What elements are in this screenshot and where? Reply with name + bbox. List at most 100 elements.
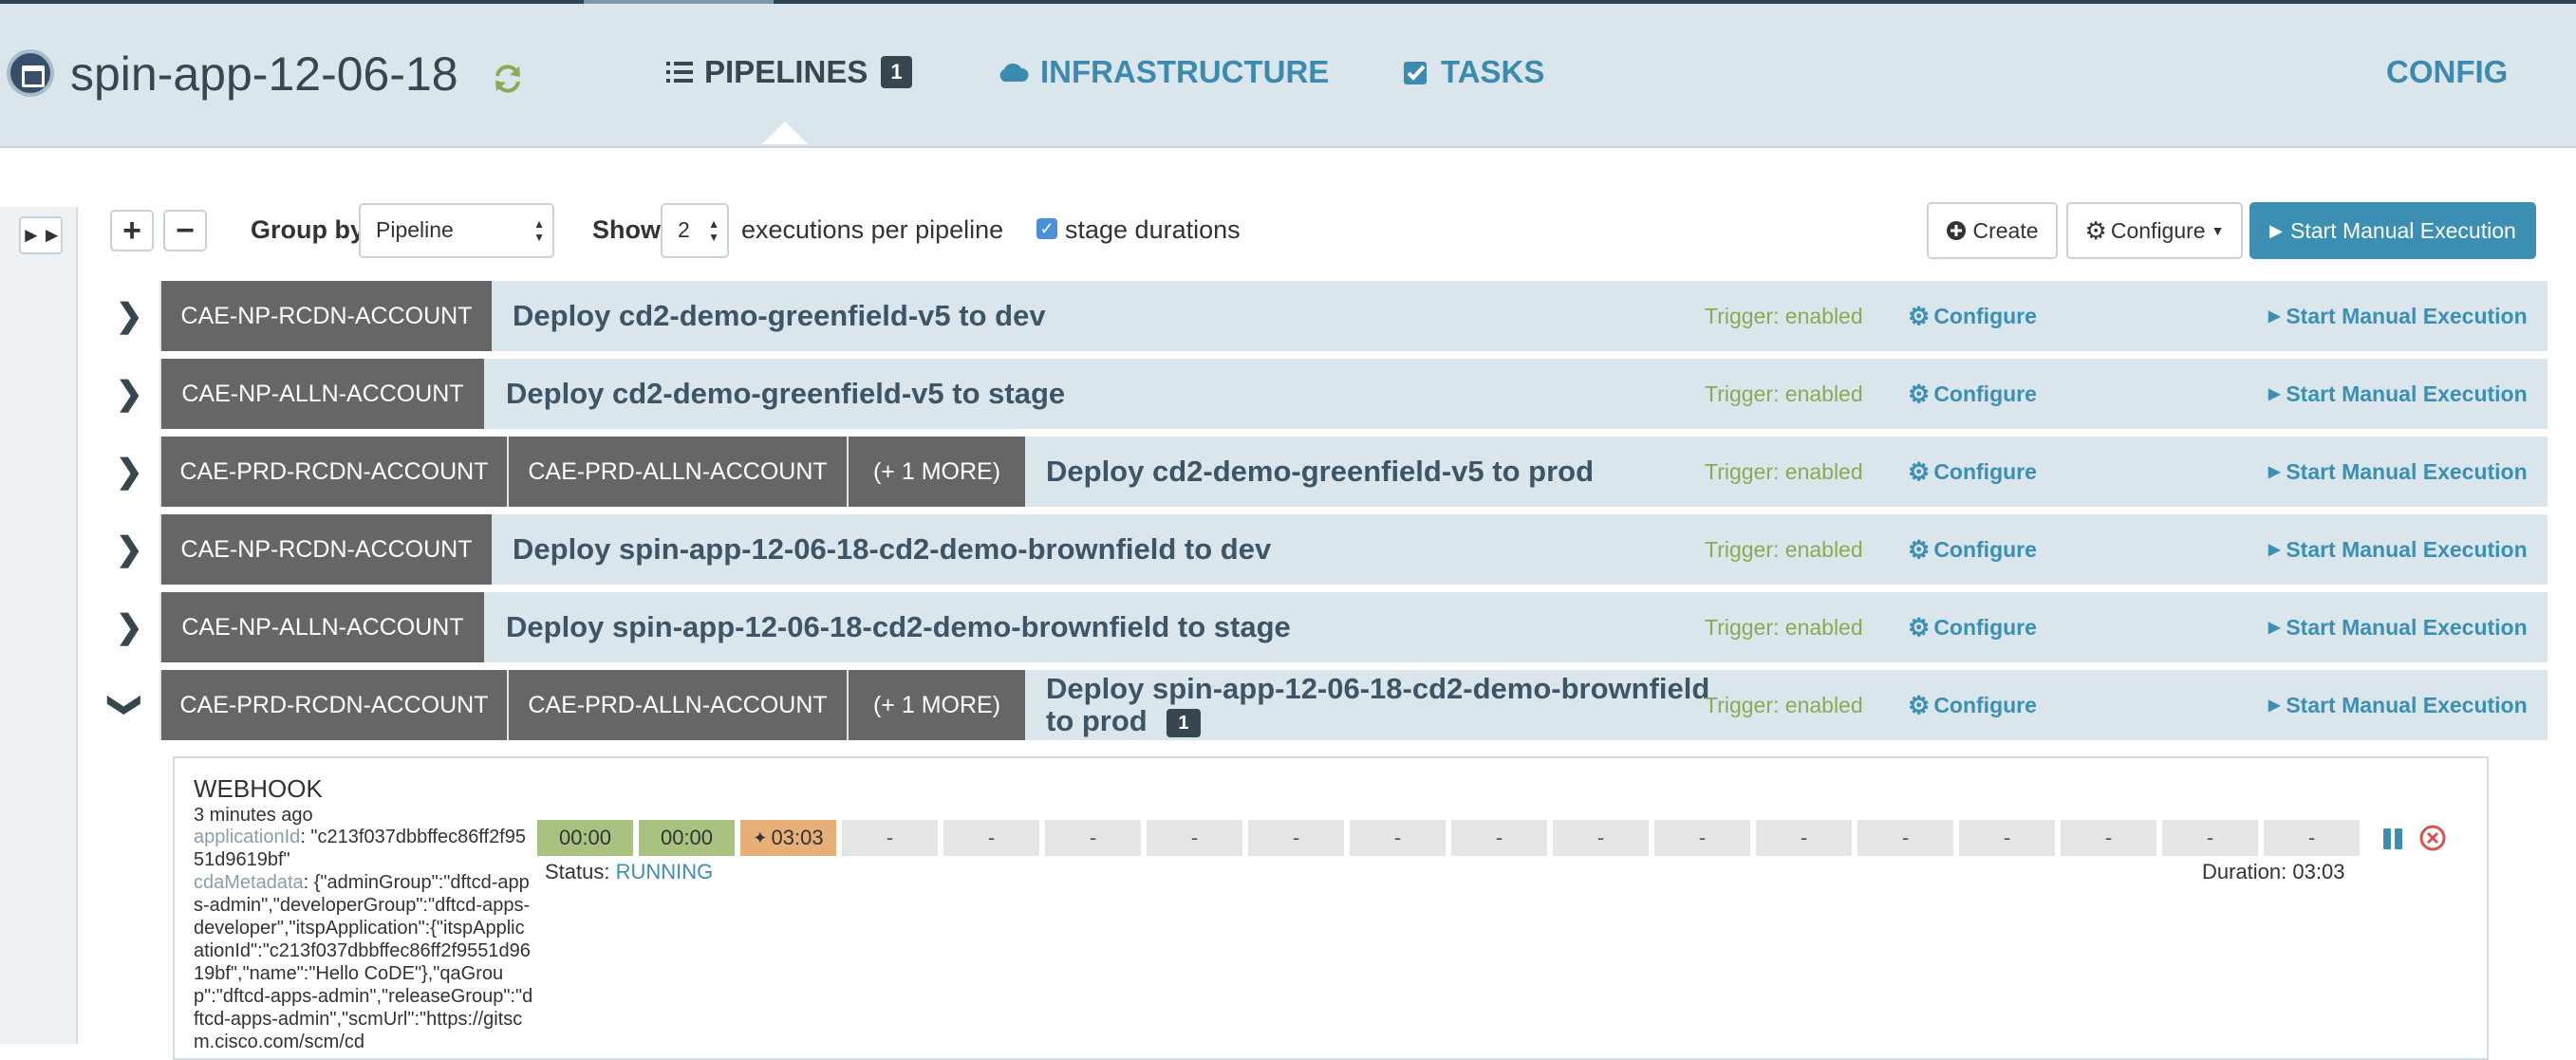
double-chevron-right-icon: ►► — [21, 223, 63, 247]
start-label: Start Manual Execution — [2286, 692, 2528, 717]
pipeline-start-link[interactable]: ▶ Start Manual Execution — [2268, 592, 2528, 662]
execution-status: Status: RUNNING — [545, 860, 713, 884]
pipeline-start-link[interactable]: ▶ Start Manual Execution — [2268, 514, 2528, 585]
group-by-value: Pipeline — [376, 217, 454, 242]
stage-cell[interactable]: - — [1045, 820, 1144, 856]
start-label: Start Manual Execution — [2286, 303, 2528, 328]
collapse-all-button[interactable]: − — [163, 210, 207, 251]
play-icon: ▶ — [2268, 308, 2281, 325]
pipeline-row[interactable]: ❯ CAE-NP-RCDN-ACCOUNT Deploy cd2-demo-gr… — [87, 281, 2548, 351]
chevron-right-icon[interactable]: ❯ — [116, 298, 143, 334]
stage-cell[interactable]: 00:00 — [537, 820, 636, 856]
play-icon: ▶ — [2268, 697, 2281, 714]
pipeline-row[interactable]: ❯ CAE-PRD-RCDN-ACCOUNT CAE-PRD-ALLN-ACCO… — [87, 670, 2548, 740]
gear-icon: ⚙ — [1908, 534, 1931, 564]
start-manual-execution-label: Start Manual Execution — [2290, 217, 2516, 243]
pipeline-row[interactable]: ❯ CAE-PRD-RCDN-ACCOUNT CAE-PRD-ALLN-ACCO… — [87, 437, 2548, 507]
trigger-status: Trigger: enabled — [1705, 458, 1863, 484]
account-tag: CAE-PRD-ALLN-ACCOUNT — [509, 670, 849, 740]
pipeline-row[interactable]: ❯ CAE-NP-ALLN-ACCOUNT Deploy spin-app-12… — [87, 592, 2548, 662]
start-label: Start Manual Execution — [2286, 381, 2528, 406]
pipeline-start-link[interactable]: ▶ Start Manual Execution — [2268, 437, 2528, 507]
pipeline-configure-link[interactable]: ⚙ Configure — [1908, 670, 2037, 740]
execution-time-ago: 3 minutes ago — [194, 805, 313, 826]
create-button[interactable]: Create — [1927, 202, 2058, 259]
pipeline-name: Deploy spin-app-12-06-18-cd2-demo-brownf… — [513, 532, 1272, 566]
configure-label: Configure — [1933, 536, 2037, 562]
param-key: applicationId — [194, 827, 301, 847]
chevron-down-icon[interactable]: ❯ — [107, 692, 143, 719]
configure-label: Configure — [1933, 614, 2037, 640]
stage-cell[interactable]: - — [1451, 820, 1550, 856]
pipeline-name: Deploy cd2-demo-greenfield-v5 to dev — [513, 299, 1046, 332]
stage-durations-checkbox[interactable]: ✓ — [1036, 218, 1057, 239]
play-icon: ▶ — [2268, 386, 2281, 402]
chevron-right-icon[interactable]: ❯ — [116, 376, 143, 412]
account-tag: CAE-NP-ALLN-ACCOUNT — [161, 359, 486, 429]
stage-cell[interactable]: 00:00 — [639, 820, 737, 856]
pipeline-start-link[interactable]: ▶ Start Manual Execution — [2268, 359, 2528, 429]
pipeline-name: Deploy cd2-demo-greenfield-v5 to stage — [506, 377, 1066, 410]
expand-sidebar-button[interactable]: ►► — [19, 216, 63, 254]
pipeline-start-link[interactable]: ▶ Start Manual Execution — [2268, 281, 2528, 351]
stage-cell[interactable]: - — [1756, 820, 1855, 856]
pipeline-configure-link[interactable]: ⚙ Configure — [1908, 592, 2037, 662]
pipeline-start-link[interactable]: ▶ Start Manual Execution — [2268, 670, 2528, 740]
pause-icon[interactable] — [2380, 827, 2405, 851]
stage-cell[interactable]: - — [1147, 820, 1245, 856]
cancel-icon[interactable] — [2418, 824, 2447, 852]
executions-count-select[interactable]: 2 ▲ ▼ — [661, 203, 729, 258]
nav-pipelines[interactable]: PIPELINES 1 — [666, 53, 912, 91]
more-accounts-tag[interactable]: (+ 1 MORE) — [849, 437, 1027, 507]
pipeline-name: Deploy cd2-demo-greenfield-v5 to prod — [1046, 455, 1595, 488]
pipeline-configure-link[interactable]: ⚙ Configure — [1908, 437, 2037, 507]
configure-dropdown-button[interactable]: ⚙ Configure ▼ — [2066, 202, 2243, 259]
refresh-icon[interactable] — [492, 63, 524, 95]
group-by-select[interactable]: Pipeline ▲ ▼ — [359, 203, 554, 258]
stage-cell[interactable]: - — [1553, 820, 1652, 856]
chevron-right-icon[interactable]: ❯ — [116, 531, 143, 567]
stage-cell[interactable]: - — [1654, 820, 1753, 856]
running-person-icon: ✦ — [753, 828, 768, 847]
expand-all-button[interactable]: + — [110, 210, 154, 251]
pipeline-configure-link[interactable]: ⚙ Configure — [1908, 359, 2037, 429]
stage-duration: 03:03 — [771, 826, 824, 849]
create-label: Create — [1972, 217, 2039, 243]
gear-icon: ⚙ — [1908, 379, 1931, 408]
execution-duration: Duration: 03:03 — [2202, 860, 2345, 883]
pipeline-row[interactable]: ❯ CAE-NP-RCDN-ACCOUNT Deploy spin-app-12… — [87, 514, 2548, 585]
nav-config[interactable]: CONFIG — [2386, 53, 2508, 91]
stage-cell[interactable]: - — [1857, 820, 1956, 856]
pipeline-name-wrapper: Deploy spin-app-12-06-18-cd2-demo-brownf… — [1046, 670, 1710, 740]
stage-cell[interactable]: - — [2061, 820, 2159, 856]
stage-cell[interactable]: - — [2162, 820, 2261, 856]
configure-label: Configure — [1933, 692, 2037, 717]
stage-durations-label: stage durations — [1065, 215, 1241, 244]
stage-cell[interactable]: - — [2264, 820, 2362, 856]
trigger-status: Trigger: enabled — [1705, 303, 1863, 328]
chevron-right-icon[interactable]: ❯ — [116, 609, 143, 645]
stage-cell[interactable]: - — [1350, 820, 1448, 856]
group-by-label: Group by — [251, 215, 364, 244]
nav-infrastructure[interactable]: INFRASTRUCTURE — [997, 53, 1329, 91]
start-manual-execution-button[interactable]: ▶ Start Manual Execution — [2249, 202, 2536, 259]
stage-cell[interactable]: - — [842, 820, 941, 856]
account-tag: CAE-PRD-RCDN-ACCOUNT — [161, 670, 509, 740]
more-accounts-tag[interactable]: (+ 1 MORE) — [849, 670, 1027, 740]
stage-cell[interactable]: ✦ 03:03 — [740, 820, 839, 856]
nav-pipelines-label: PIPELINES — [704, 54, 868, 89]
nav-tasks[interactable]: TASKS — [1403, 53, 1544, 91]
configure-label: Configure — [1933, 458, 2037, 484]
list-icon — [666, 62, 693, 83]
play-icon: ▶ — [2268, 464, 2281, 480]
stage-cell[interactable]: - — [1248, 820, 1347, 856]
account-tag: CAE-PRD-RCDN-ACCOUNT — [161, 437, 509, 507]
executions-count-value: 2 — [678, 217, 690, 242]
chevron-right-icon[interactable]: ❯ — [116, 454, 143, 490]
pipeline-configure-link[interactable]: ⚙ Configure — [1908, 514, 2037, 585]
stage-cell[interactable]: - — [943, 820, 1042, 856]
stage-cell[interactable]: - — [1959, 820, 2058, 856]
pipeline-configure-link[interactable]: ⚙ Configure — [1908, 281, 2037, 351]
pipeline-row[interactable]: ❯ CAE-NP-ALLN-ACCOUNT Deploy cd2-demo-gr… — [87, 359, 2548, 429]
account-tag: CAE-PRD-ALLN-ACCOUNT — [509, 437, 849, 507]
